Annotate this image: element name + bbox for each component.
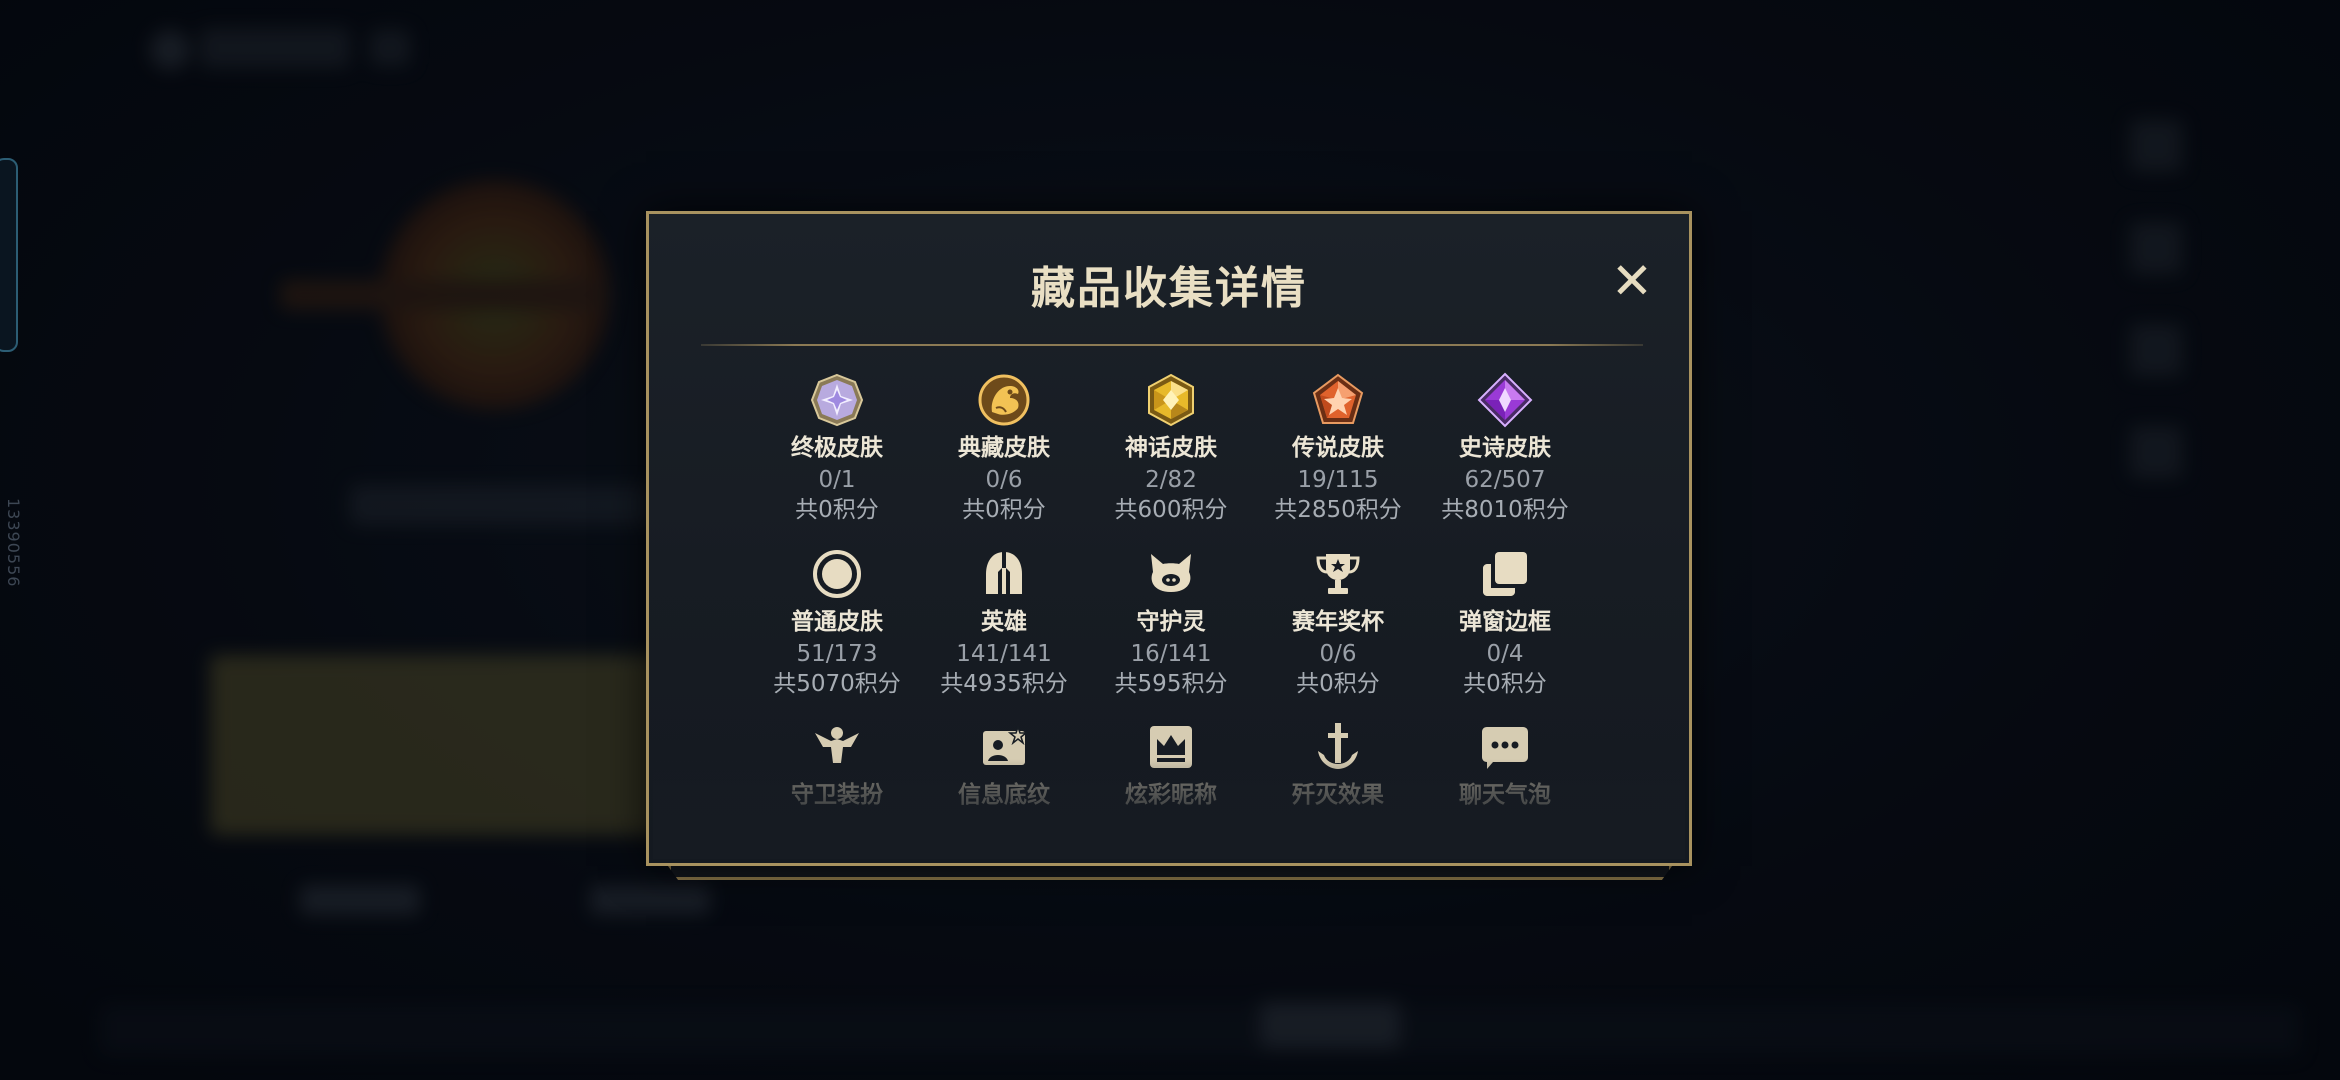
info-background-icon: [983, 724, 1029, 765]
item-points: 共595积分: [1114, 671, 1228, 697]
guardian-outfit-icon: [815, 727, 859, 763]
side-id-text: 13390556: [4, 498, 23, 588]
item-label: 终极皮肤: [791, 435, 883, 461]
modal-bottom-edge: [668, 866, 1672, 880]
item-points: 共0积分: [1296, 671, 1380, 697]
item-label: 弹窗边框: [1459, 609, 1551, 635]
item-points: 共2850积分: [1274, 497, 1402, 523]
item-count: 51/173: [796, 641, 878, 667]
popup-frame-icon: [1483, 552, 1527, 596]
item-points: 共0积分: [1463, 671, 1547, 697]
collection-item-annihilation-effect[interactable]: 歼灭效果: [1254, 719, 1422, 809]
item-count: 0/4: [1486, 641, 1524, 667]
item-count: 0/1: [818, 467, 856, 493]
ultimate-skin-icon: [810, 373, 864, 427]
item-label: 信息底纹: [958, 782, 1050, 808]
item-label: 英雄: [981, 609, 1027, 635]
item-label: 神话皮肤: [1125, 435, 1217, 461]
item-count: 2/82: [1145, 467, 1197, 493]
collection-item-season-trophy[interactable]: 赛年奖杯 0/6 共0积分: [1254, 546, 1422, 699]
item-label: 赛年奖杯: [1292, 609, 1384, 635]
item-label: 歼灭效果: [1292, 782, 1384, 808]
item-count: 16/141: [1130, 641, 1212, 667]
collection-grid: 终极皮肤 0/1 共0积分 典藏皮肤 0/6 共0积分 神话皮肤 2/82 共6…: [649, 214, 1689, 863]
colorful-nickname-icon: [1150, 726, 1192, 768]
item-label: 守护灵: [1136, 609, 1206, 635]
mythic-skin-icon: [1148, 373, 1194, 427]
collection-item-popup-frame[interactable]: 弹窗边框 0/4 共0积分: [1421, 546, 1589, 699]
collection-item-normal-skin[interactable]: 普通皮肤 51/173 共5070积分: [753, 546, 921, 699]
item-label: 史诗皮肤: [1459, 435, 1551, 461]
chat-bubble-icon: [1482, 727, 1528, 769]
collection-item-collection-skin[interactable]: 典藏皮肤 0/6 共0积分: [920, 372, 1088, 525]
item-count: 0/6: [1319, 641, 1357, 667]
item-points: 共0积分: [962, 497, 1046, 523]
normal-skin-icon: [813, 550, 861, 598]
item-points: 共5070积分: [773, 671, 901, 697]
item-label: 普通皮肤: [791, 609, 883, 635]
epic-skin-icon: [1477, 372, 1533, 428]
collection-item-legendary-skin[interactable]: 传说皮肤 19/115 共2850积分: [1254, 372, 1422, 525]
collection-item-hero[interactable]: 英雄 141/141 共4935积分: [920, 546, 1088, 699]
collection-item-ultimate-skin[interactable]: 终极皮肤 0/1 共0积分: [753, 372, 921, 525]
side-drawer-tab[interactable]: [0, 158, 18, 352]
collection-item-guardian-spirit[interactable]: 守护灵 16/141 共595积分: [1087, 546, 1255, 699]
collection-item-info-background[interactable]: 信息底纹: [920, 719, 1088, 809]
item-points: 共8010积分: [1441, 497, 1569, 523]
collection-item-mythic-skin[interactable]: 神话皮肤 2/82 共600积分: [1087, 372, 1255, 525]
item-count: 141/141: [956, 641, 1052, 667]
collection-details-dialog: 藏品收集详情 ✕ 终极皮肤 0/1 共0积分 典藏皮肤 0/6 共0积分 神话皮…: [646, 211, 1692, 866]
item-count: 0/6: [985, 467, 1023, 493]
collection-item-chat-bubble[interactable]: 聊天气泡: [1421, 719, 1589, 809]
item-label: 聊天气泡: [1459, 782, 1551, 808]
collection-item-guardian-outfit[interactable]: 守卫装扮: [753, 719, 921, 809]
hero-helmet-icon: [986, 552, 1022, 594]
item-label: 传说皮肤: [1292, 435, 1384, 461]
item-label: 守卫装扮: [791, 782, 883, 808]
legendary-skin-icon: [1312, 373, 1364, 424]
app-screen: 13390556 藏品收集详情 ✕ 终极皮肤 0/1 共0积分 典藏皮肤 0/6…: [0, 0, 2340, 1080]
item-label: 炫彩昵称: [1125, 782, 1217, 808]
collection-item-colorful-nickname[interactable]: 炫彩昵称: [1087, 719, 1255, 809]
item-points: 共0积分: [795, 497, 879, 523]
item-label: 典藏皮肤: [958, 435, 1050, 461]
item-points: 共4935积分: [940, 671, 1068, 697]
guardian-spirit-icon: [1151, 554, 1191, 592]
item-count: 62/507: [1464, 467, 1546, 493]
collection-skin-icon: [978, 374, 1030, 426]
trophy-icon: [1316, 554, 1360, 594]
collection-item-epic-skin[interactable]: 史诗皮肤 62/507 共8010积分: [1421, 372, 1589, 525]
item-count: 19/115: [1297, 467, 1379, 493]
annihilation-effect-icon: [1318, 723, 1358, 769]
item-points: 共600积分: [1114, 497, 1228, 523]
